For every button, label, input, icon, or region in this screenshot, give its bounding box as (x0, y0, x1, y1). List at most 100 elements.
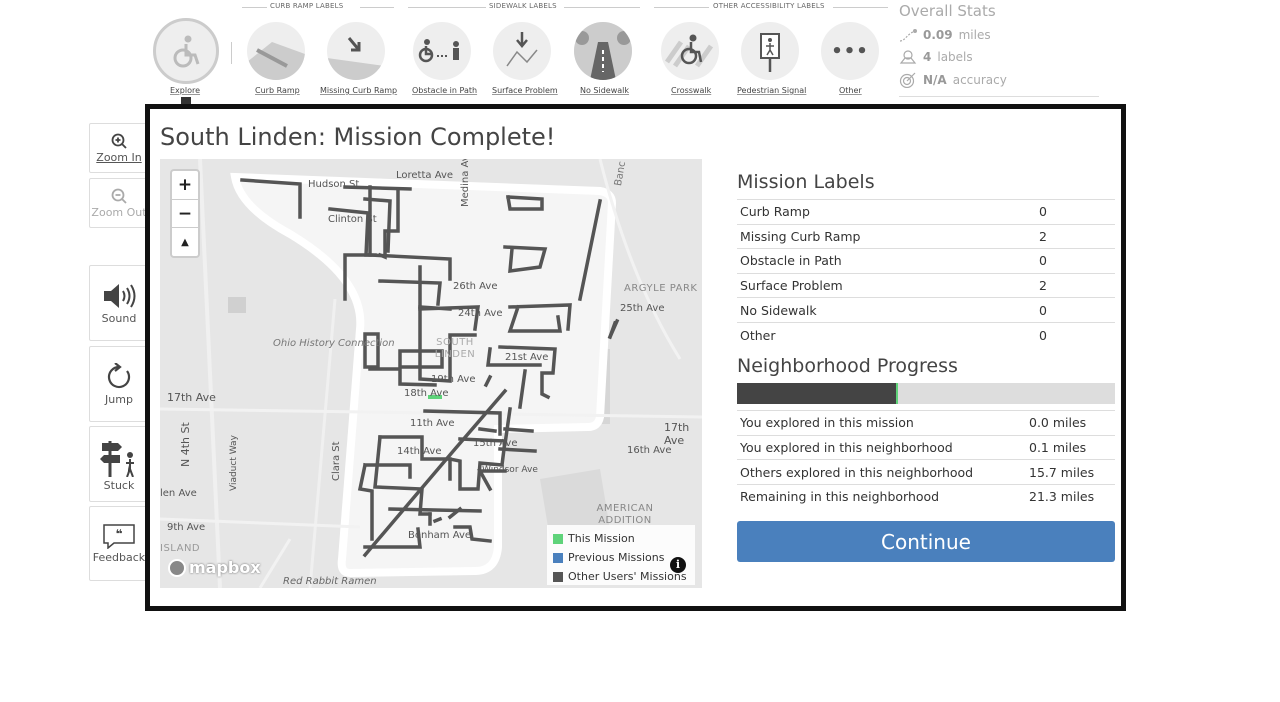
feedback-icon: ❝ (103, 524, 135, 549)
surface-problem-label: Surface Problem (492, 86, 558, 95)
group-title-sidewalk: SIDEWALK LABELS (489, 2, 557, 10)
surface-problem-icon (506, 32, 538, 67)
map-zoom-out-button[interactable]: − (172, 200, 198, 229)
explore-button[interactable] (153, 18, 219, 84)
obstacle-label: Obstacle in Path (412, 86, 478, 95)
street-label: 24th Ave (458, 308, 503, 319)
map-legend: This Mission Previous Missions Other Use… (547, 525, 695, 585)
sound-button[interactable]: Sound (89, 265, 149, 341)
street-label: Clinton St (328, 214, 377, 225)
more-icon: ••• (831, 40, 869, 62)
progress-label: Remaining in this neighborhood (737, 483, 1029, 509)
toolbar-divider (231, 42, 232, 64)
legend-swatch (553, 571, 563, 582)
street-label: Loretta Ave (396, 170, 454, 181)
labels-icon (899, 50, 917, 64)
zoom-in-label: Zoom In (96, 150, 142, 164)
stat-accuracy: N/A accuracy (899, 72, 1007, 88)
legend-label: Previous Missions (568, 551, 665, 564)
street-label: Bonham Ave (408, 530, 472, 541)
mission-map[interactable]: Hudson St Loretta Ave Medina Ave Clinton… (160, 159, 702, 588)
crosswalk-button[interactable] (661, 22, 719, 80)
mission-complete-modal: South Linden: Mission Complete! Hudson S… (145, 104, 1126, 611)
zoom-out-button[interactable]: Zoom Out (89, 178, 149, 228)
label-name: Curb Ramp (737, 199, 1039, 225)
other-button[interactable]: ••• (821, 22, 879, 80)
zoom-out-label: Zoom Out (91, 205, 147, 219)
continue-button[interactable]: Continue (737, 521, 1115, 562)
label-name: Surface Problem (737, 272, 1039, 298)
obstacle-button[interactable] (413, 22, 471, 80)
progress-mission-marker (896, 383, 898, 405)
area-label: ARGYLE PARK (624, 283, 698, 294)
crosswalk-label: Crosswalk (671, 86, 712, 95)
street-label: 18th Ave (404, 388, 449, 399)
progress-value: 0.1 miles (1029, 434, 1115, 460)
stat-labels: 4 labels (899, 50, 973, 64)
map-zoom-control: + − ▲ (170, 169, 200, 258)
table-row: Surface Problem 2 (737, 272, 1115, 298)
explore-wheelchair-icon (173, 35, 200, 68)
progress-label: Others explored in this neighborhood (737, 459, 1029, 485)
curb-ramp-icon (247, 42, 305, 80)
area-label: SOUTH LINDEN (434, 337, 476, 360)
jump-button[interactable]: Jump (89, 346, 149, 422)
street-label: 17th Ave (664, 421, 690, 447)
no-sidewalk-button[interactable] (574, 22, 632, 80)
label-name: No Sidewalk (737, 297, 1039, 323)
progress-value: 15.7 miles (1029, 459, 1115, 485)
curb-ramp-button[interactable] (247, 22, 305, 80)
pedestrian-signal-label: Pedestrian Signal (737, 86, 807, 95)
progress-value: 0.0 miles (1029, 410, 1115, 436)
label-name: Other (737, 321, 1039, 348)
poi-label: Ohio History Connection (273, 338, 395, 349)
curb-ramp-label: Curb Ramp (255, 86, 300, 95)
missing-curb-ramp-label: Missing Curb Ramp (320, 86, 398, 95)
zoom-in-icon (111, 133, 127, 149)
map-zoom-in-button[interactable]: + (172, 171, 198, 200)
zoom-in-button[interactable]: Zoom In (89, 123, 149, 173)
table-row: Other 0 (737, 321, 1115, 348)
street-label: 19th Ave (431, 374, 476, 385)
street-label: 14th Ave (397, 446, 442, 457)
feedback-button[interactable]: ❝ Feedback (89, 506, 149, 581)
legend-label: This Mission (568, 532, 635, 545)
surface-problem-button[interactable] (493, 22, 551, 80)
progress-value: 21.3 miles (1029, 483, 1115, 509)
street-label: 11th Ave (410, 418, 455, 429)
legend-item: This Mission (553, 529, 689, 548)
missing-curb-ramp-button[interactable] (327, 22, 385, 80)
table-row: Remaining in this neighborhood 21.3 miles (737, 483, 1115, 509)
modal-title: South Linden: Mission Complete! (160, 123, 556, 151)
stuck-button[interactable]: Stuck (89, 426, 149, 502)
obstacle-icon (418, 39, 459, 63)
legend-label: Other Users' Missions (568, 570, 687, 583)
group-title-curb-ramp: CURB RAMP LABELS (270, 2, 344, 10)
map-compass-button[interactable]: ▲ (172, 228, 198, 256)
table-row: Missing Curb Ramp 2 (737, 223, 1115, 249)
legend-item: Previous Missions (553, 548, 689, 567)
sound-label: Sound (101, 311, 137, 325)
attribution-info-button[interactable]: i (670, 557, 686, 573)
table-row: You explored in this mission 0.0 miles (737, 410, 1115, 436)
table-row: Others explored in this neighborhood 15.7… (737, 459, 1115, 485)
no-sidewalk-icon (574, 22, 632, 80)
explore-label: Explore (170, 86, 201, 95)
compass-icon: ▲ (181, 236, 189, 248)
mission-summary: Mission Labels Curb Ramp 0 Missing Curb R… (737, 171, 1115, 509)
street-label: Hudson St (308, 179, 360, 190)
label-count: 0 (1039, 321, 1115, 348)
legend-swatch (553, 552, 563, 563)
target-icon (899, 72, 916, 88)
neighborhood-progress-bar (737, 383, 1115, 405)
pedestrian-signal-button[interactable] (741, 22, 799, 80)
mapbox-logo[interactable]: mapbox (168, 558, 261, 577)
street-label: 15th Ave (473, 438, 518, 449)
street-label: Viaduct Way (229, 435, 239, 491)
overall-stats-title: Overall Stats (899, 2, 996, 20)
speaker-icon (104, 283, 136, 308)
stat-accuracy-value: N/A (923, 73, 947, 87)
label-count: 2 (1039, 223, 1115, 249)
table-row: Curb Ramp 0 (737, 199, 1115, 225)
jump-label: Jump (105, 392, 133, 406)
